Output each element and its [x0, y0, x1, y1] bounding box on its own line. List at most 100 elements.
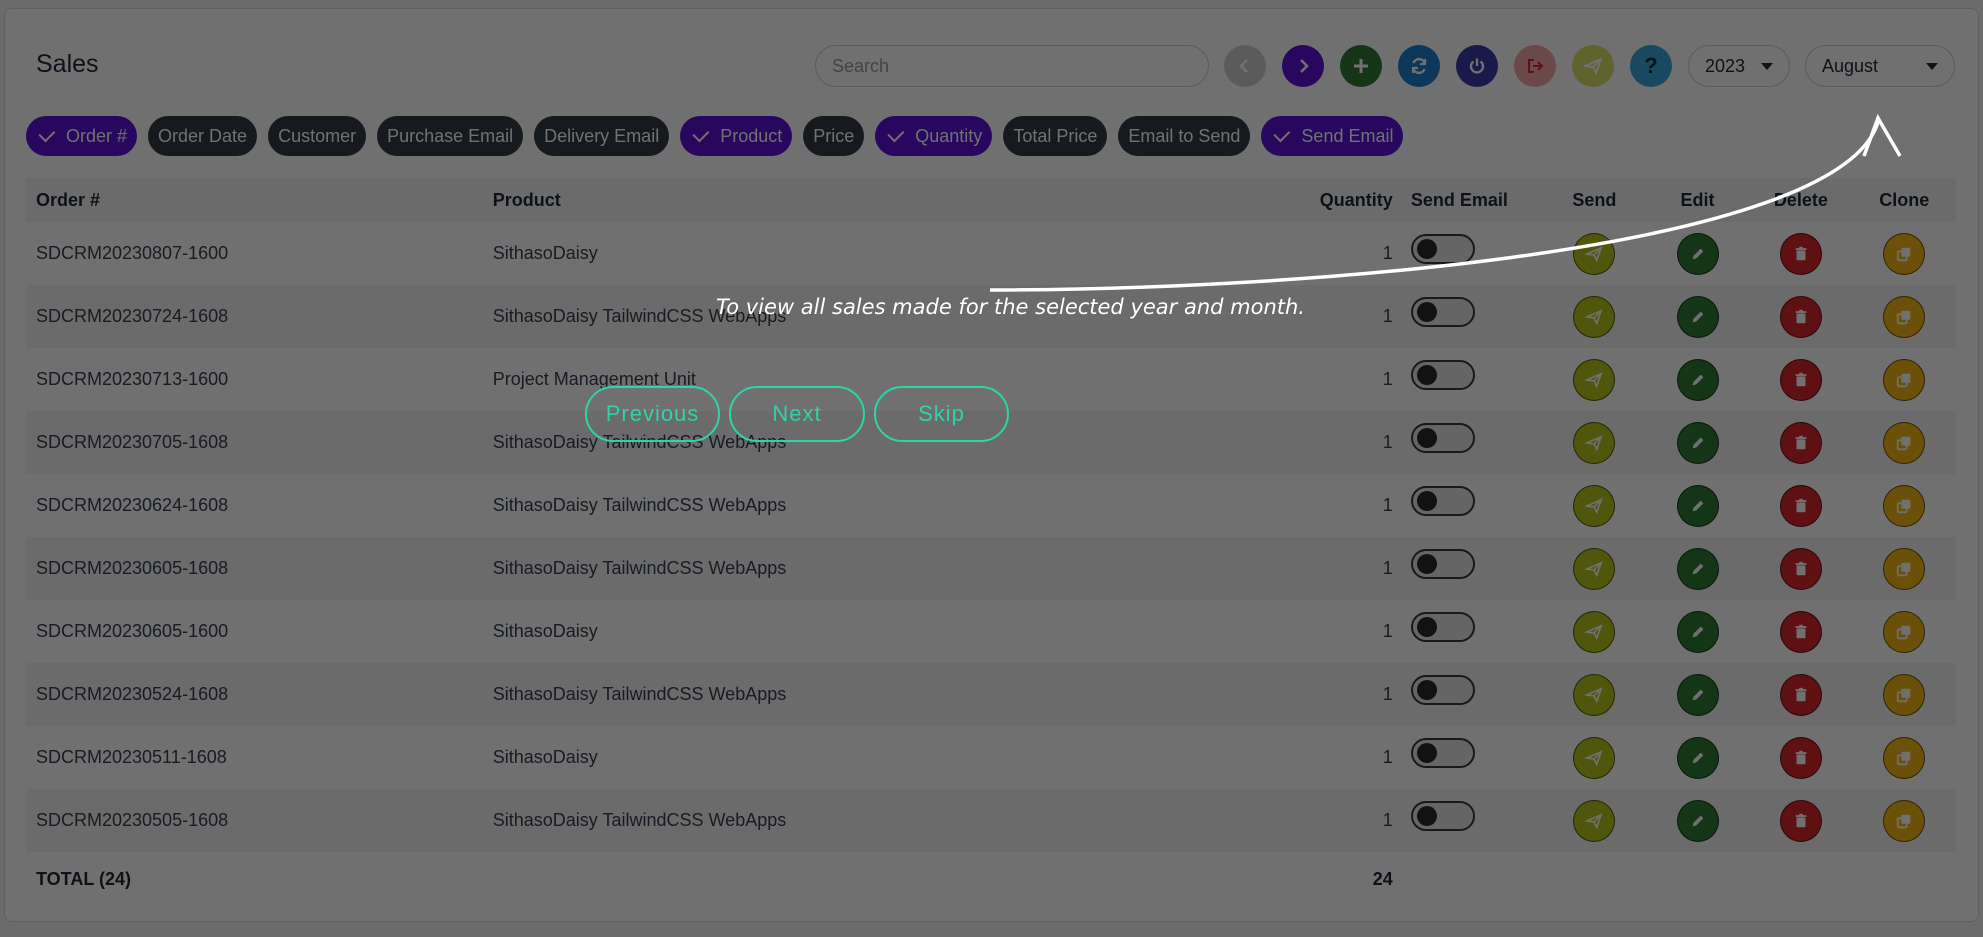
delete-cell: [1749, 285, 1852, 348]
header-product[interactable]: Product: [493, 178, 1273, 222]
send-row-button[interactable]: [1573, 295, 1616, 338]
delete-row-button[interactable]: [1779, 295, 1822, 338]
send-row-button[interactable]: [1573, 358, 1616, 401]
chip-purchase-email[interactable]: Purchase Email: [377, 116, 524, 156]
edit-row-button[interactable]: [1676, 421, 1719, 464]
send-email-toggle[interactable]: [1410, 675, 1475, 706]
chip-send-email[interactable]: Send Email: [1261, 116, 1404, 156]
pencil-icon: [1689, 686, 1707, 704]
send-row-button[interactable]: [1573, 610, 1616, 653]
send-row-button[interactable]: [1573, 547, 1616, 590]
edit-row-button[interactable]: [1676, 232, 1719, 275]
clone-row-button[interactable]: [1883, 358, 1926, 401]
send-email-cell: [1405, 663, 1543, 726]
column-chips: Order # Order Date Customer Purchase Ema…: [26, 116, 1404, 156]
next-button[interactable]: [1282, 45, 1324, 87]
clone-row-button[interactable]: [1883, 295, 1926, 338]
edit-cell: [1646, 348, 1749, 411]
delete-row-button[interactable]: [1779, 610, 1822, 653]
chip-delivery-email[interactable]: Delivery Email: [534, 116, 670, 156]
send-email-toggle[interactable]: [1410, 360, 1475, 391]
send-email-toggle[interactable]: [1410, 738, 1475, 769]
clone-row-button[interactable]: [1883, 610, 1926, 653]
send-row-button[interactable]: [1573, 484, 1616, 527]
pencil-icon: [1689, 245, 1707, 263]
send-email-toggle[interactable]: [1410, 423, 1475, 454]
edit-row-button[interactable]: [1676, 673, 1719, 716]
send-email-toggle[interactable]: [1410, 612, 1475, 643]
edit-cell: [1646, 222, 1749, 285]
send-email-cell: [1405, 348, 1543, 411]
trash-icon: [1792, 686, 1810, 704]
clone-cell: [1853, 285, 1956, 348]
delete-row-button[interactable]: [1779, 358, 1822, 401]
clone-row-button[interactable]: [1883, 799, 1926, 842]
send-row-button[interactable]: [1573, 673, 1616, 716]
edit-row-button[interactable]: [1676, 295, 1719, 338]
chip-price[interactable]: Price: [803, 116, 865, 156]
edit-row-button[interactable]: [1676, 484, 1719, 527]
delete-row-button[interactable]: [1779, 736, 1822, 779]
tour-skip-button[interactable]: Skip: [874, 386, 1009, 442]
chip-product[interactable]: Product: [680, 116, 793, 156]
send-button[interactable]: [1572, 45, 1614, 87]
chip-email-to-send[interactable]: Email to Send: [1118, 116, 1251, 156]
send-row-button[interactable]: [1573, 232, 1616, 275]
delete-cell: [1749, 600, 1852, 663]
prev-button[interactable]: [1224, 45, 1266, 87]
refresh-button[interactable]: [1398, 45, 1440, 87]
delete-row-button[interactable]: [1779, 673, 1822, 716]
send-email-toggle[interactable]: [1410, 234, 1475, 265]
help-button[interactable]: ?: [1630, 45, 1672, 87]
delete-row-button[interactable]: [1779, 232, 1822, 275]
edit-row-button[interactable]: [1676, 547, 1719, 590]
send-email-toggle[interactable]: [1410, 801, 1475, 832]
tour-previous-button[interactable]: Previous: [585, 386, 720, 442]
chip-quantity[interactable]: Quantity: [875, 116, 993, 156]
edit-row-button[interactable]: [1676, 736, 1719, 779]
delete-row-button[interactable]: [1779, 421, 1822, 464]
product-name: SithasoDaisy TailwindCSS WebApps: [492, 558, 787, 578]
delete-row-button[interactable]: [1779, 547, 1822, 590]
send-email-toggle[interactable]: [1410, 486, 1475, 517]
chip-customer[interactable]: Customer: [268, 116, 367, 156]
clone-row-button[interactable]: [1883, 673, 1926, 716]
send-email-toggle[interactable]: [1410, 297, 1475, 328]
search-input[interactable]: [815, 45, 1209, 87]
power-button[interactable]: [1456, 45, 1498, 87]
header-order[interactable]: Order #: [26, 178, 493, 222]
header-send-email[interactable]: Send Email: [1405, 178, 1543, 222]
send-email-toggle[interactable]: [1410, 549, 1475, 580]
add-button[interactable]: [1340, 45, 1382, 87]
tour-next-button[interactable]: Next: [729, 386, 865, 442]
clone-icon: [1895, 245, 1913, 263]
clone-row-button[interactable]: [1883, 232, 1926, 275]
send-row-button[interactable]: [1573, 736, 1616, 779]
pencil-icon: [1689, 371, 1707, 389]
chip-total-price[interactable]: Total Price: [1003, 116, 1108, 156]
trash-icon: [1792, 371, 1810, 389]
chip-order-date[interactable]: Order Date: [148, 116, 258, 156]
refresh-icon: [1411, 57, 1427, 75]
clone-row-button[interactable]: [1883, 421, 1926, 464]
clone-row-button[interactable]: [1883, 484, 1926, 527]
header-send: Send: [1572, 189, 1617, 210]
header-quantity[interactable]: Quantity: [1272, 178, 1405, 222]
edit-row-button[interactable]: [1676, 799, 1719, 842]
clone-row-button[interactable]: [1883, 736, 1926, 779]
clone-icon: [1895, 308, 1913, 326]
clone-row-button[interactable]: [1883, 547, 1926, 590]
year-select[interactable]: 2023: [1688, 45, 1790, 87]
send-row-button[interactable]: [1573, 799, 1616, 842]
trash-icon: [1792, 560, 1810, 578]
delete-row-button[interactable]: [1779, 484, 1822, 527]
month-select[interactable]: August: [1805, 45, 1955, 87]
edit-row-button[interactable]: [1676, 358, 1719, 401]
delete-row-button[interactable]: [1779, 799, 1822, 842]
send-row-button[interactable]: [1573, 421, 1616, 464]
order-number: SDCRM20230605-1600: [36, 621, 229, 641]
chip-order[interactable]: Order #: [26, 116, 138, 156]
total-spacer: [493, 852, 1273, 907]
edit-row-button[interactable]: [1676, 610, 1719, 653]
export-button[interactable]: [1514, 45, 1556, 87]
